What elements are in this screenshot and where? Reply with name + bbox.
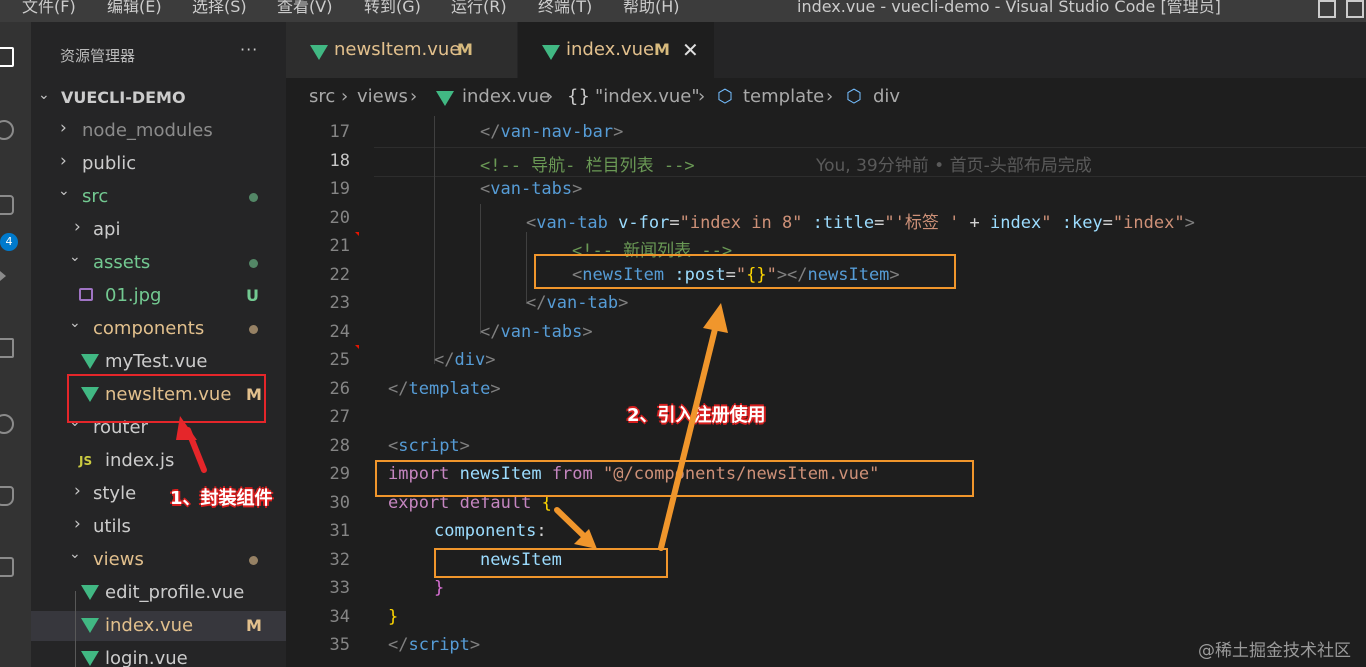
arrow-to-template-usage xyxy=(658,303,728,551)
annotation-arrows xyxy=(176,303,728,551)
arrow-to-newsitem-file xyxy=(176,416,207,473)
arrow-to-components xyxy=(554,507,597,549)
watermark: @稀土掘金技术社区 xyxy=(1198,641,1351,661)
